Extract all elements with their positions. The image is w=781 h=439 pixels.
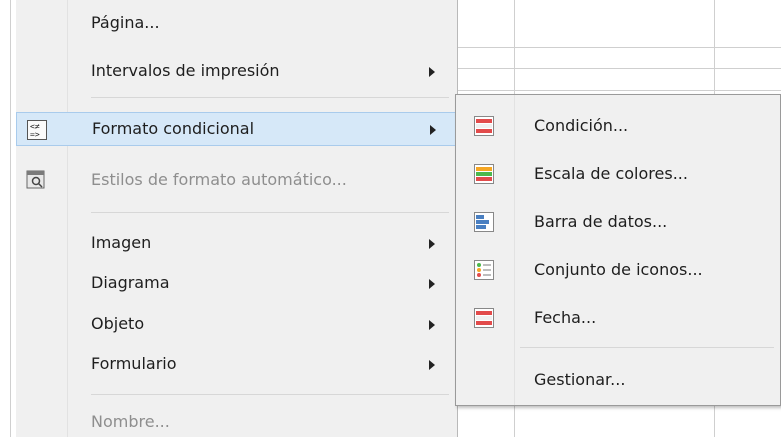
menu-item-diagrama[interactable]: Diagrama <box>16 266 457 300</box>
autoformat-icon <box>26 170 46 190</box>
date-format-icon <box>474 308 494 328</box>
menu-item-label: Diagrama <box>91 273 170 292</box>
submenu-item-condicion[interactable]: Condición... <box>456 109 780 143</box>
menu-item-label: Estilos de formato automático... <box>91 170 347 189</box>
menu-separator <box>91 97 449 98</box>
menu-item-label: Nombre... <box>91 412 170 431</box>
menu-item-label: Imagen <box>91 233 152 252</box>
menu-item-formato-condicional[interactable]: <≠ => Formato condicional <box>16 112 457 146</box>
submenu-arrow-icon <box>430 125 436 135</box>
submenu-item-label: Gestionar... <box>534 370 626 389</box>
submenu-arrow-icon <box>429 360 435 370</box>
menu-item-label: Objeto <box>91 314 145 333</box>
grid-line <box>458 47 781 48</box>
menu-item-estilos-autoformato[interactable]: Estilos de formato automático... <box>16 163 457 197</box>
menu-separator <box>91 212 449 213</box>
conditional-format-submenu: Condición... Escala de colores... Barra … <box>455 94 781 406</box>
submenu-item-label: Condición... <box>534 116 629 135</box>
menu-item-objeto[interactable]: Objeto <box>16 307 457 341</box>
grid-line <box>458 90 781 91</box>
menu-item-formulario[interactable]: Formulario <box>16 347 457 381</box>
color-scale-icon <box>474 164 494 184</box>
menu-item-imagen[interactable]: Imagen <box>16 226 457 260</box>
submenu-item-label: Fecha... <box>534 308 597 327</box>
menu-item-intervalos-impresion[interactable]: Intervalos de impresión <box>16 54 457 88</box>
submenu-item-label: Conjunto de iconos... <box>534 260 703 279</box>
svg-text:=>: => <box>30 130 40 139</box>
format-menu: Página... Intervalos de impresión <≠ => … <box>16 0 458 437</box>
menu-item-label: Formato condicional <box>92 119 255 138</box>
menu-item-label: Página... <box>91 13 160 32</box>
submenu-arrow-icon <box>429 239 435 249</box>
submenu-item-fecha[interactable]: Fecha... <box>456 301 780 335</box>
condition-icon <box>474 116 494 136</box>
grid-line <box>10 0 11 437</box>
submenu-arrow-icon <box>429 279 435 289</box>
submenu-item-barra-datos[interactable]: Barra de datos... <box>456 205 780 239</box>
menu-item-label: Intervalos de impresión <box>91 61 280 80</box>
menu-separator <box>91 394 449 395</box>
submenu-item-gestionar[interactable]: Gestionar... <box>456 363 780 397</box>
submenu-item-label: Barra de datos... <box>534 212 668 231</box>
submenu-item-escala-colores[interactable]: Escala de colores... <box>456 157 780 191</box>
submenu-separator <box>520 347 774 348</box>
data-bar-icon <box>474 212 494 232</box>
icon-set-icon <box>474 260 494 280</box>
menu-item-nombre[interactable]: Nombre... <box>16 405 457 439</box>
menu-item-pagina[interactable]: Página... <box>16 6 457 40</box>
submenu-item-conjunto-iconos[interactable]: Conjunto de iconos... <box>456 253 780 287</box>
submenu-item-label: Escala de colores... <box>534 164 688 183</box>
submenu-arrow-icon <box>429 320 435 330</box>
conditional-format-icon: <≠ => <box>27 120 47 140</box>
submenu-arrow-icon <box>429 67 435 77</box>
menu-item-label: Formulario <box>91 354 177 373</box>
grid-line <box>458 68 781 69</box>
